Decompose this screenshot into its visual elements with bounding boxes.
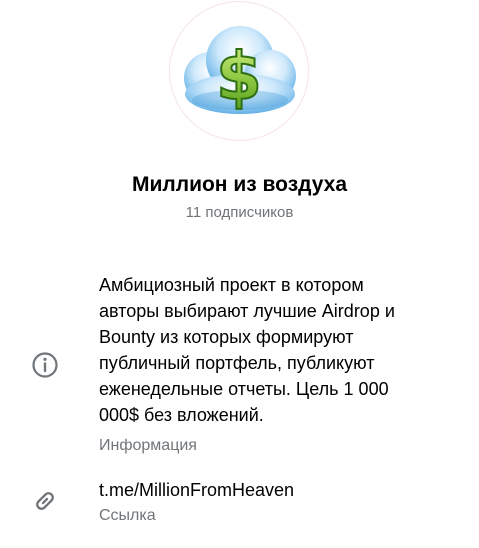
dollar-cloud-icon: $: [184, 26, 296, 116]
channel-title: Миллион из воздуха: [131, 173, 348, 196]
channel-link[interactable]: t.me/MillionFromHeaven: [99, 477, 294, 503]
link-label: Ссылка: [99, 507, 156, 524]
subscriber-count: 11 подписчиков: [185, 204, 294, 221]
link-icon: [30, 486, 60, 516]
channel-description: Амбициозный проект в котором авторы выби…: [99, 275, 395, 425]
info-label: Информация: [99, 437, 197, 454]
info-icon: [30, 350, 60, 380]
svg-text:$: $: [216, 38, 262, 115]
channel-avatar[interactable]: $: [170, 2, 308, 140]
